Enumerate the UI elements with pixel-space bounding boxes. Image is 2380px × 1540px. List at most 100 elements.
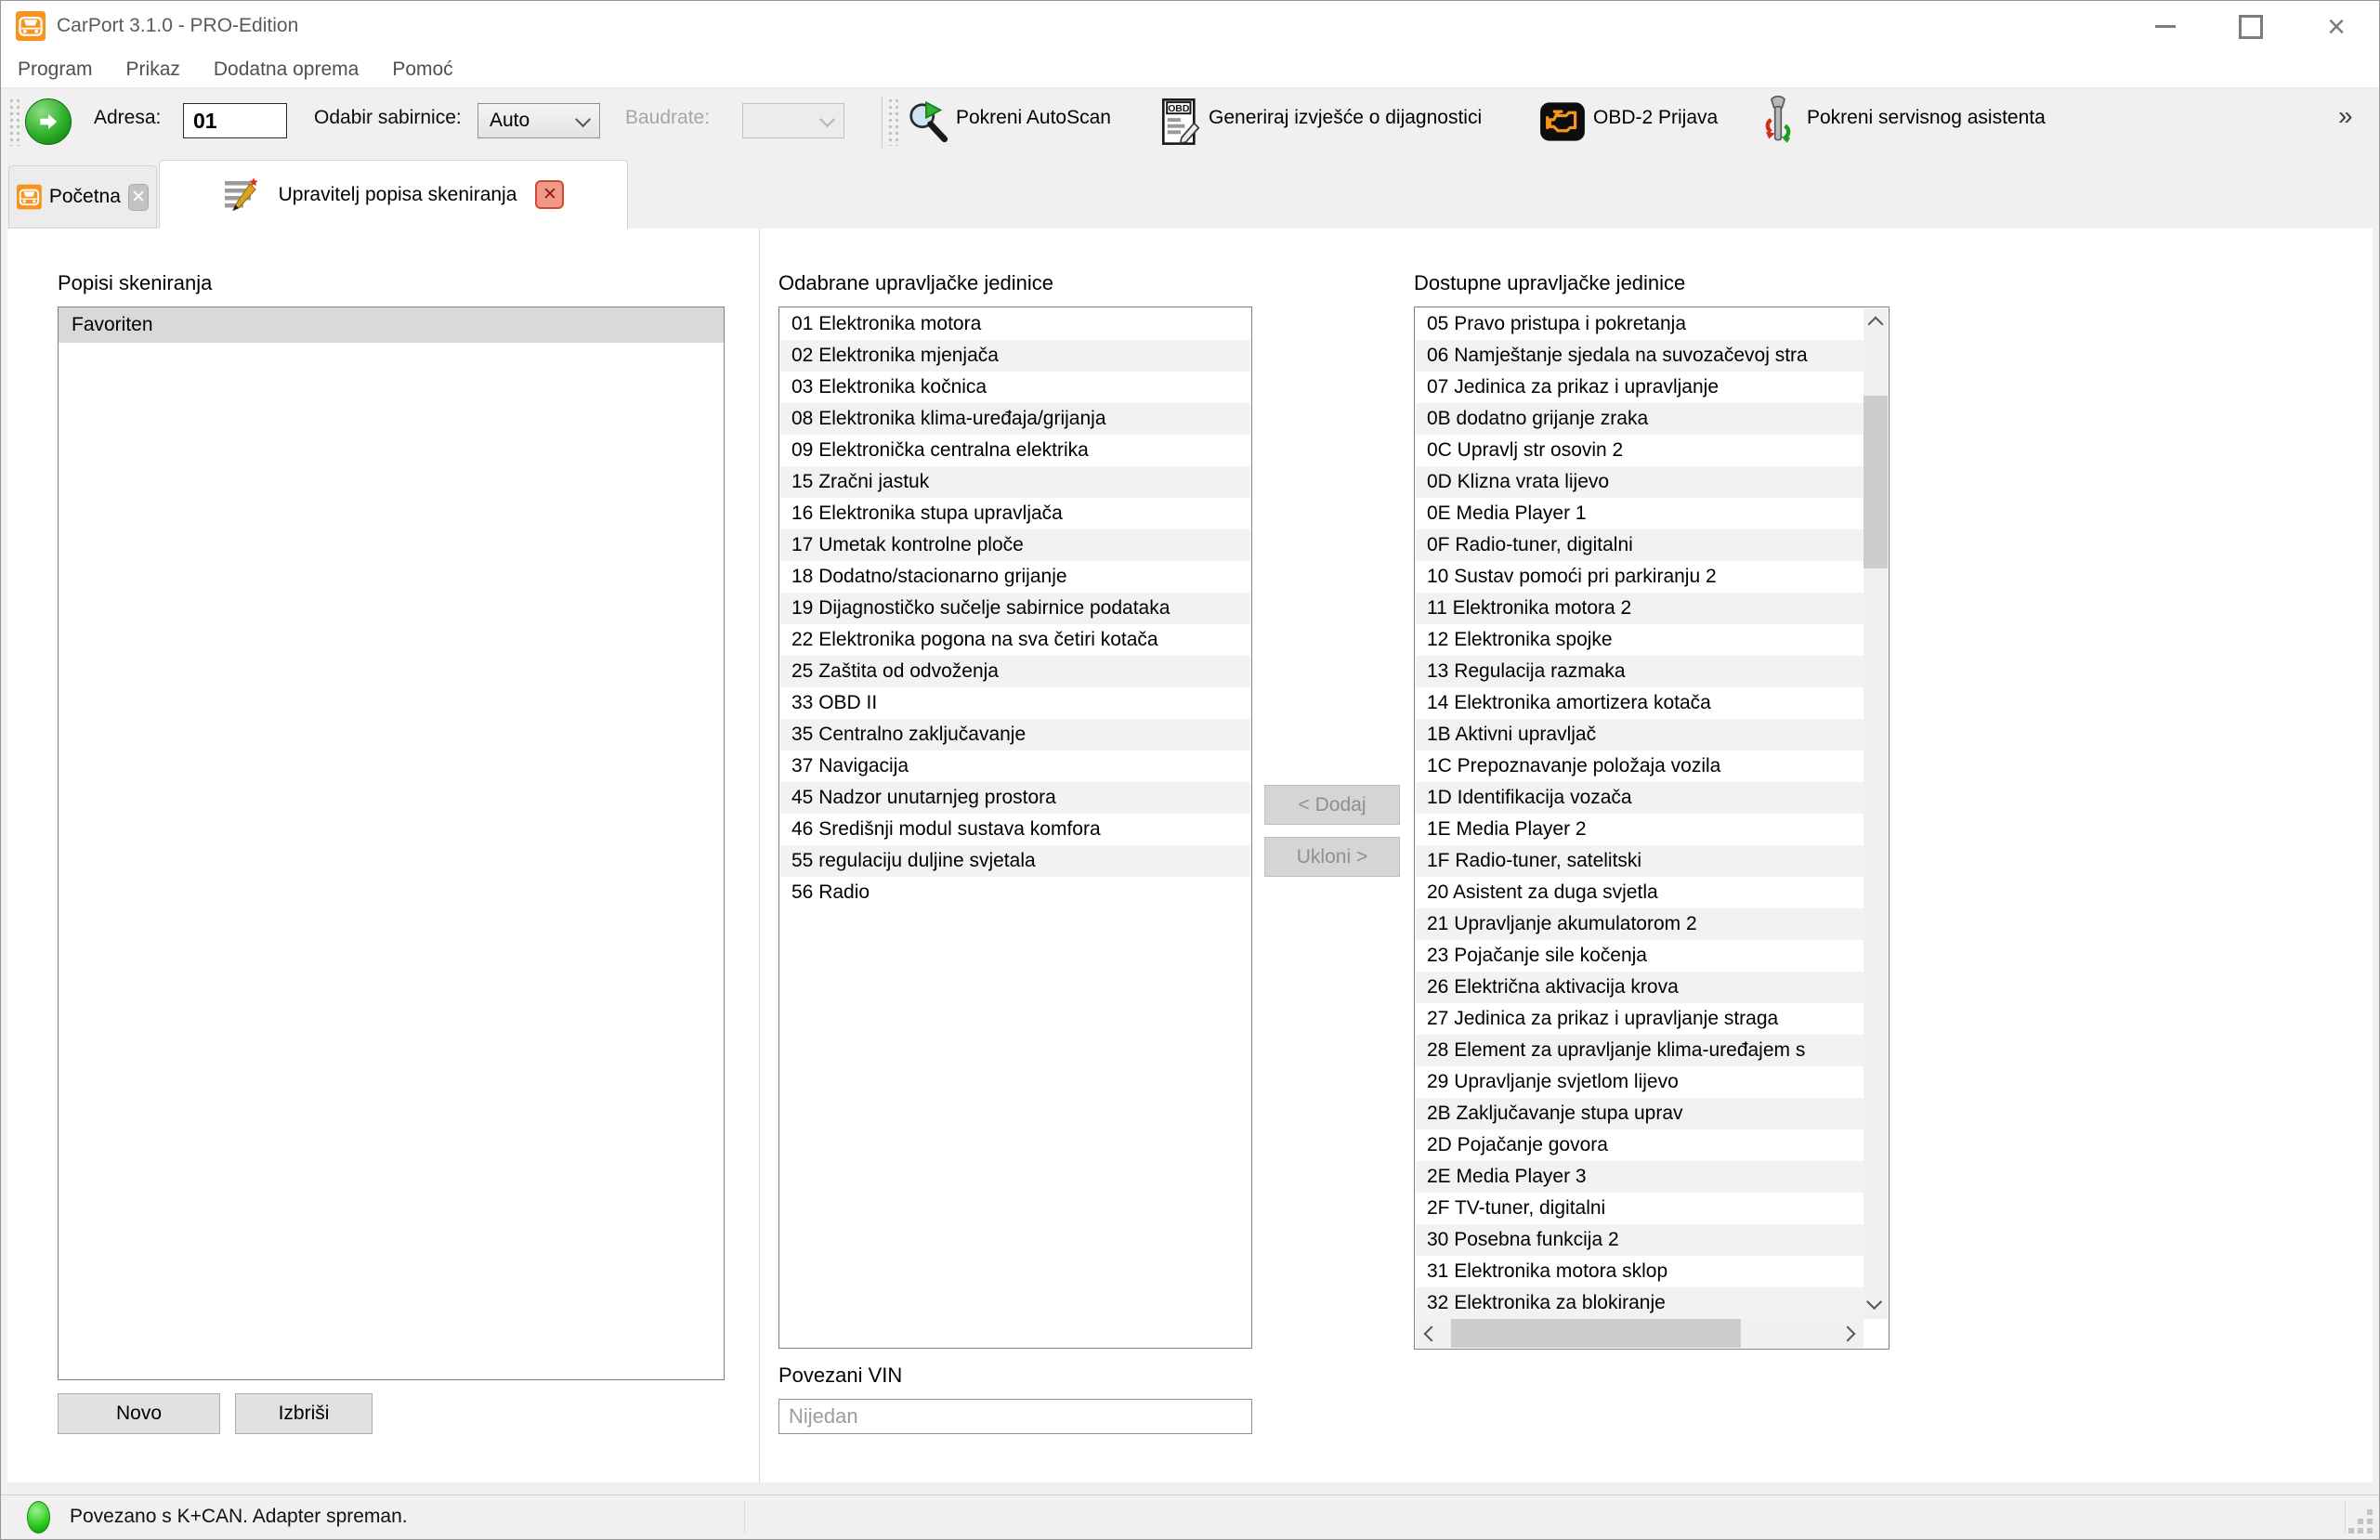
- list-item[interactable]: 02 Elektronika mjenjača: [780, 340, 1250, 372]
- list-item[interactable]: 12 Elektronika spojke: [1416, 624, 1863, 656]
- menu-item[interactable]: Program: [1, 55, 110, 85]
- list-item[interactable]: 07 Jedinica za prikaz i upravljanje: [1416, 372, 1863, 403]
- list-item[interactable]: 1C Prepoznavanje položaja vozila: [1416, 750, 1863, 782]
- tab-home-close-icon[interactable]: ✕: [127, 183, 149, 211]
- minimize-icon: [2155, 25, 2176, 28]
- list-item[interactable]: 35 Centralno zaključavanje: [780, 719, 1250, 750]
- list-item[interactable]: 33 OBD II: [780, 687, 1250, 719]
- minimize-button[interactable]: [2123, 1, 2208, 52]
- scroll-left-button[interactable]: [1416, 1319, 1447, 1348]
- list-item[interactable]: 0B dodatno grijanje zraka: [1416, 403, 1863, 435]
- list-item[interactable]: 28 Element za upravljanje klima-uređajem…: [1416, 1035, 1863, 1066]
- autoscan-button[interactable]: Pokreni AutoScan: [956, 107, 1111, 129]
- scroll-down-button[interactable]: [1863, 1287, 1888, 1319]
- list-item[interactable]: 1B Aktivni upravljač: [1416, 719, 1863, 750]
- menu-bar: Program Prikaz Dodatna oprema Pomoć: [1, 52, 2379, 87]
- horizontal-scrollbar[interactable]: [1416, 1319, 1863, 1348]
- bus-select-dropdown[interactable]: Auto: [477, 103, 600, 138]
- list-item[interactable]: 0E Media Player 1: [1416, 498, 1863, 529]
- list-item[interactable]: 32 Elektronika za blokiranje: [1416, 1287, 1863, 1319]
- toolbar-grip[interactable]: [887, 98, 898, 146]
- list-item[interactable]: 45 Nadzor unutarnjeg prostora: [780, 782, 1250, 814]
- tab-home[interactable]: Početna ✕: [8, 165, 157, 228]
- list-item[interactable]: 13 Regulacija razmaka: [1416, 656, 1863, 687]
- list-item[interactable]: 03 Elektronika kočnica: [780, 372, 1250, 403]
- resize-grip[interactable]: [2346, 1507, 2375, 1536]
- tab-manager-label: Upravitelj popisa skeniranja: [278, 183, 517, 205]
- list-item[interactable]: 27 Jedinica za prikaz i upravljanje stra…: [1416, 1003, 1863, 1035]
- list-item[interactable]: 37 Navigacija: [780, 750, 1250, 782]
- add-button[interactable]: < Dodaj: [1264, 785, 1400, 825]
- list-item[interactable]: 1E Media Player 2: [1416, 814, 1863, 845]
- list-item[interactable]: 2B Zaključavanje stupa uprav: [1416, 1098, 1863, 1129]
- maximize-button[interactable]: [2208, 1, 2294, 52]
- close-button[interactable]: ×: [2294, 1, 2379, 52]
- list-item[interactable]: 46 Središnji modul sustava komfora: [780, 814, 1250, 845]
- horizontal-scrollbar-thumb[interactable]: [1451, 1319, 1741, 1348]
- list-item[interactable]: 06 Namještanje sjedala na suvozačevoj st…: [1416, 340, 1863, 372]
- tab-strip: Početna ✕ Upravitelj popisa skeniranja ✕: [1, 154, 2379, 228]
- list-item[interactable]: 23 Pojačanje sile kočenja: [1416, 940, 1863, 972]
- go-button[interactable]: [25, 98, 72, 145]
- list-item[interactable]: 55 regulaciju duljine svjetala: [780, 845, 1250, 877]
- list-item[interactable]: 20 Asistent za duga svjetla: [1416, 877, 1863, 908]
- list-item[interactable]: 16 Elektronika stupa upravljača: [780, 498, 1250, 529]
- list-item[interactable]: 01 Elektronika motora: [780, 308, 1250, 340]
- list-item[interactable]: 2D Pojačanje govora: [1416, 1129, 1863, 1161]
- list-item[interactable]: 2E Media Player 3: [1416, 1161, 1863, 1193]
- tab-scan-list-manager[interactable]: Upravitelj popisa skeniranja ✕: [159, 160, 628, 228]
- list-item[interactable]: 30 Posebna funkcija 2: [1416, 1224, 1863, 1256]
- obd2-engine-icon: [1540, 102, 1585, 141]
- list-item[interactable]: 18 Dodatno/stacionarno grijanje: [780, 561, 1250, 593]
- list-item[interactable]: 15 Zračni jastuk: [780, 466, 1250, 498]
- list-item[interactable]: 10 Sustav pomoći pri parkiranju 2: [1416, 561, 1863, 593]
- address-input[interactable]: [183, 103, 287, 138]
- obd2-login-button[interactable]: OBD-2 Prijava: [1593, 107, 1718, 129]
- selected-units-title: Odabrane upravljačke jedinice: [778, 271, 1053, 294]
- list-item[interactable]: 56 Radio: [780, 877, 1250, 908]
- chevron-right-icon: [1839, 1325, 1856, 1341]
- list-item[interactable]: 11 Elektronika motora 2: [1416, 593, 1863, 624]
- scroll-right-button[interactable]: [1832, 1319, 1863, 1348]
- connection-status-led-icon: [27, 1501, 50, 1533]
- vertical-scrollbar[interactable]: [1863, 308, 1888, 1319]
- toolbar-grip[interactable]: [8, 98, 20, 146]
- menu-item[interactable]: Dodatna oprema: [197, 55, 375, 85]
- remove-button[interactable]: Ukloni >: [1264, 837, 1400, 877]
- vin-input[interactable]: [778, 1399, 1252, 1434]
- list-item[interactable]: 22 Elektronika pogona na sva četiri kota…: [780, 624, 1250, 656]
- menu-item[interactable]: Pomoć: [375, 55, 469, 85]
- menu-item[interactable]: Prikaz: [110, 55, 197, 85]
- list-item[interactable]: 1D Identifikacija vozača: [1416, 782, 1863, 814]
- list-item[interactable]: 2F TV-tuner, digitalni: [1416, 1193, 1863, 1224]
- scan-list-item-selected[interactable]: Favoriten: [59, 307, 724, 343]
- list-item[interactable]: 26 Električna aktivacija krova: [1416, 972, 1863, 1003]
- toolbar-overflow-chevron[interactable]: »: [2338, 101, 2353, 131]
- tab-manager-close-icon[interactable]: ✕: [535, 180, 565, 209]
- list-item[interactable]: 0F Radio-tuner, digitalni: [1416, 529, 1863, 561]
- list-item[interactable]: 08 Elektronika klima-uređaja/grijanja: [780, 403, 1250, 435]
- generate-report-button[interactable]: Generiraj izvješće o dijagnostici: [1209, 107, 1482, 129]
- car-app-icon: [16, 11, 46, 41]
- list-item[interactable]: 09 Elektronička centralna elektrika: [780, 435, 1250, 466]
- vertical-scrollbar-thumb[interactable]: [1863, 396, 1888, 568]
- list-item[interactable]: 1F Radio-tuner, satelitski: [1416, 845, 1863, 877]
- scan-list-icon: [224, 177, 258, 211]
- list-item[interactable]: 0C Upravlj str osovin 2: [1416, 435, 1863, 466]
- list-item[interactable]: 19 Dijagnostičko sučelje sabirnice podat…: [780, 593, 1250, 624]
- list-item[interactable]: 0D Klizna vrata lijevo: [1416, 466, 1863, 498]
- list-item[interactable]: 17 Umetak kontrolne ploče: [780, 529, 1250, 561]
- delete-button[interactable]: Izbriši: [235, 1393, 373, 1434]
- list-item[interactable]: 21 Upravljanje akumulatorom 2: [1416, 908, 1863, 940]
- list-item[interactable]: 29 Upravljanje svjetlom lijevo: [1416, 1066, 1863, 1098]
- chevron-left-icon: [1423, 1325, 1440, 1341]
- list-item[interactable]: 14 Elektronika amortizera kotača: [1416, 687, 1863, 719]
- list-item[interactable]: 05 Pravo pristupa i pokretanja: [1416, 308, 1863, 340]
- scroll-up-button[interactable]: [1863, 308, 1888, 340]
- list-item[interactable]: 31 Elektronika motora sklop: [1416, 1256, 1863, 1287]
- service-assistant-wrench-icon: [1765, 96, 1791, 143]
- list-item[interactable]: 25 Zaštita od odvoženja: [780, 656, 1250, 687]
- new-button[interactable]: Novo: [58, 1393, 220, 1434]
- service-assistant-button[interactable]: Pokreni servisnog asistenta: [1807, 107, 2046, 129]
- svg-text:OBD: OBD: [1168, 104, 1190, 114]
